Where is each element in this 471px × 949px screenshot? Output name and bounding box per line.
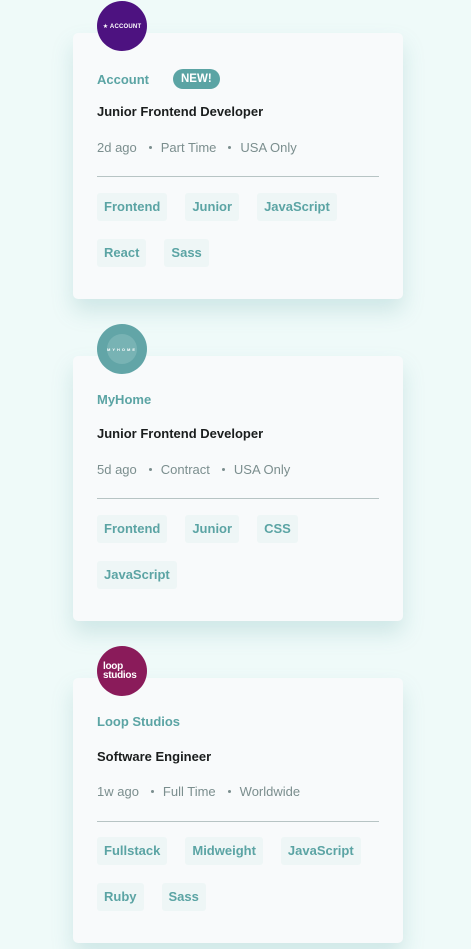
company-name: MyHome xyxy=(97,392,152,407)
filter-tag[interactable]: CSS xyxy=(257,515,298,543)
filter-tag[interactable]: Junior xyxy=(185,193,240,221)
filter-tag[interactable]: JavaScript xyxy=(257,193,337,221)
card-divider xyxy=(97,176,379,177)
company-name: Loop Studios xyxy=(97,714,181,729)
filter-tag[interactable]: Sass xyxy=(164,239,209,267)
job-title[interactable]: Software Engineer xyxy=(97,749,211,764)
filter-tag[interactable]: React xyxy=(97,239,147,267)
contract-type: Contract xyxy=(160,462,210,477)
filter-tag[interactable]: Sass xyxy=(161,883,206,911)
card-divider xyxy=(97,821,379,822)
posted-time: 2d ago xyxy=(97,140,137,155)
company-logo: ★ ACCOUNT xyxy=(97,1,147,51)
posted-time: 5d ago xyxy=(97,462,137,477)
job-card: loop studios Loop Studios Software Engin… xyxy=(73,646,403,943)
separator-dot xyxy=(150,790,154,793)
filter-tag[interactable]: JavaScript xyxy=(280,837,361,865)
posted-time: 1w ago xyxy=(97,784,139,799)
separator-dot xyxy=(148,146,152,149)
new-badge: NEW! xyxy=(173,69,220,89)
job-title[interactable]: Junior Frontend Developer xyxy=(97,104,263,119)
contract-type: Part Time xyxy=(160,140,217,155)
filter-tag[interactable]: Fullstack xyxy=(97,837,168,865)
separator-dot xyxy=(221,468,225,471)
job-card: ★ ACCOUNT Account NEW! Junior Frontend D… xyxy=(73,1,403,299)
contract-type: Full Time xyxy=(162,784,216,799)
company-logo: loop studios xyxy=(97,646,147,696)
job-location: Worldwide xyxy=(239,784,301,799)
filter-tag[interactable]: Ruby xyxy=(97,883,144,911)
job-location: USA Only xyxy=(240,140,297,155)
job-title[interactable]: Junior Frontend Developer xyxy=(97,426,263,441)
separator-dot xyxy=(228,146,232,149)
separator-dot xyxy=(227,790,231,793)
separator-dot xyxy=(148,468,152,471)
job-card: MYHOME MyHome Junior Frontend Developer … xyxy=(73,324,403,621)
job-location: USA Only xyxy=(233,462,291,477)
filter-tag[interactable]: Junior xyxy=(185,515,240,543)
filter-tag[interactable]: Frontend xyxy=(97,515,168,543)
filter-tag[interactable]: Midweight xyxy=(185,837,263,865)
card-divider xyxy=(97,498,379,499)
company-logo: MYHOME xyxy=(97,324,147,374)
filter-tag[interactable]: Frontend xyxy=(97,193,168,221)
filter-tag[interactable]: JavaScript xyxy=(97,561,177,589)
company-name: Account xyxy=(97,71,149,87)
